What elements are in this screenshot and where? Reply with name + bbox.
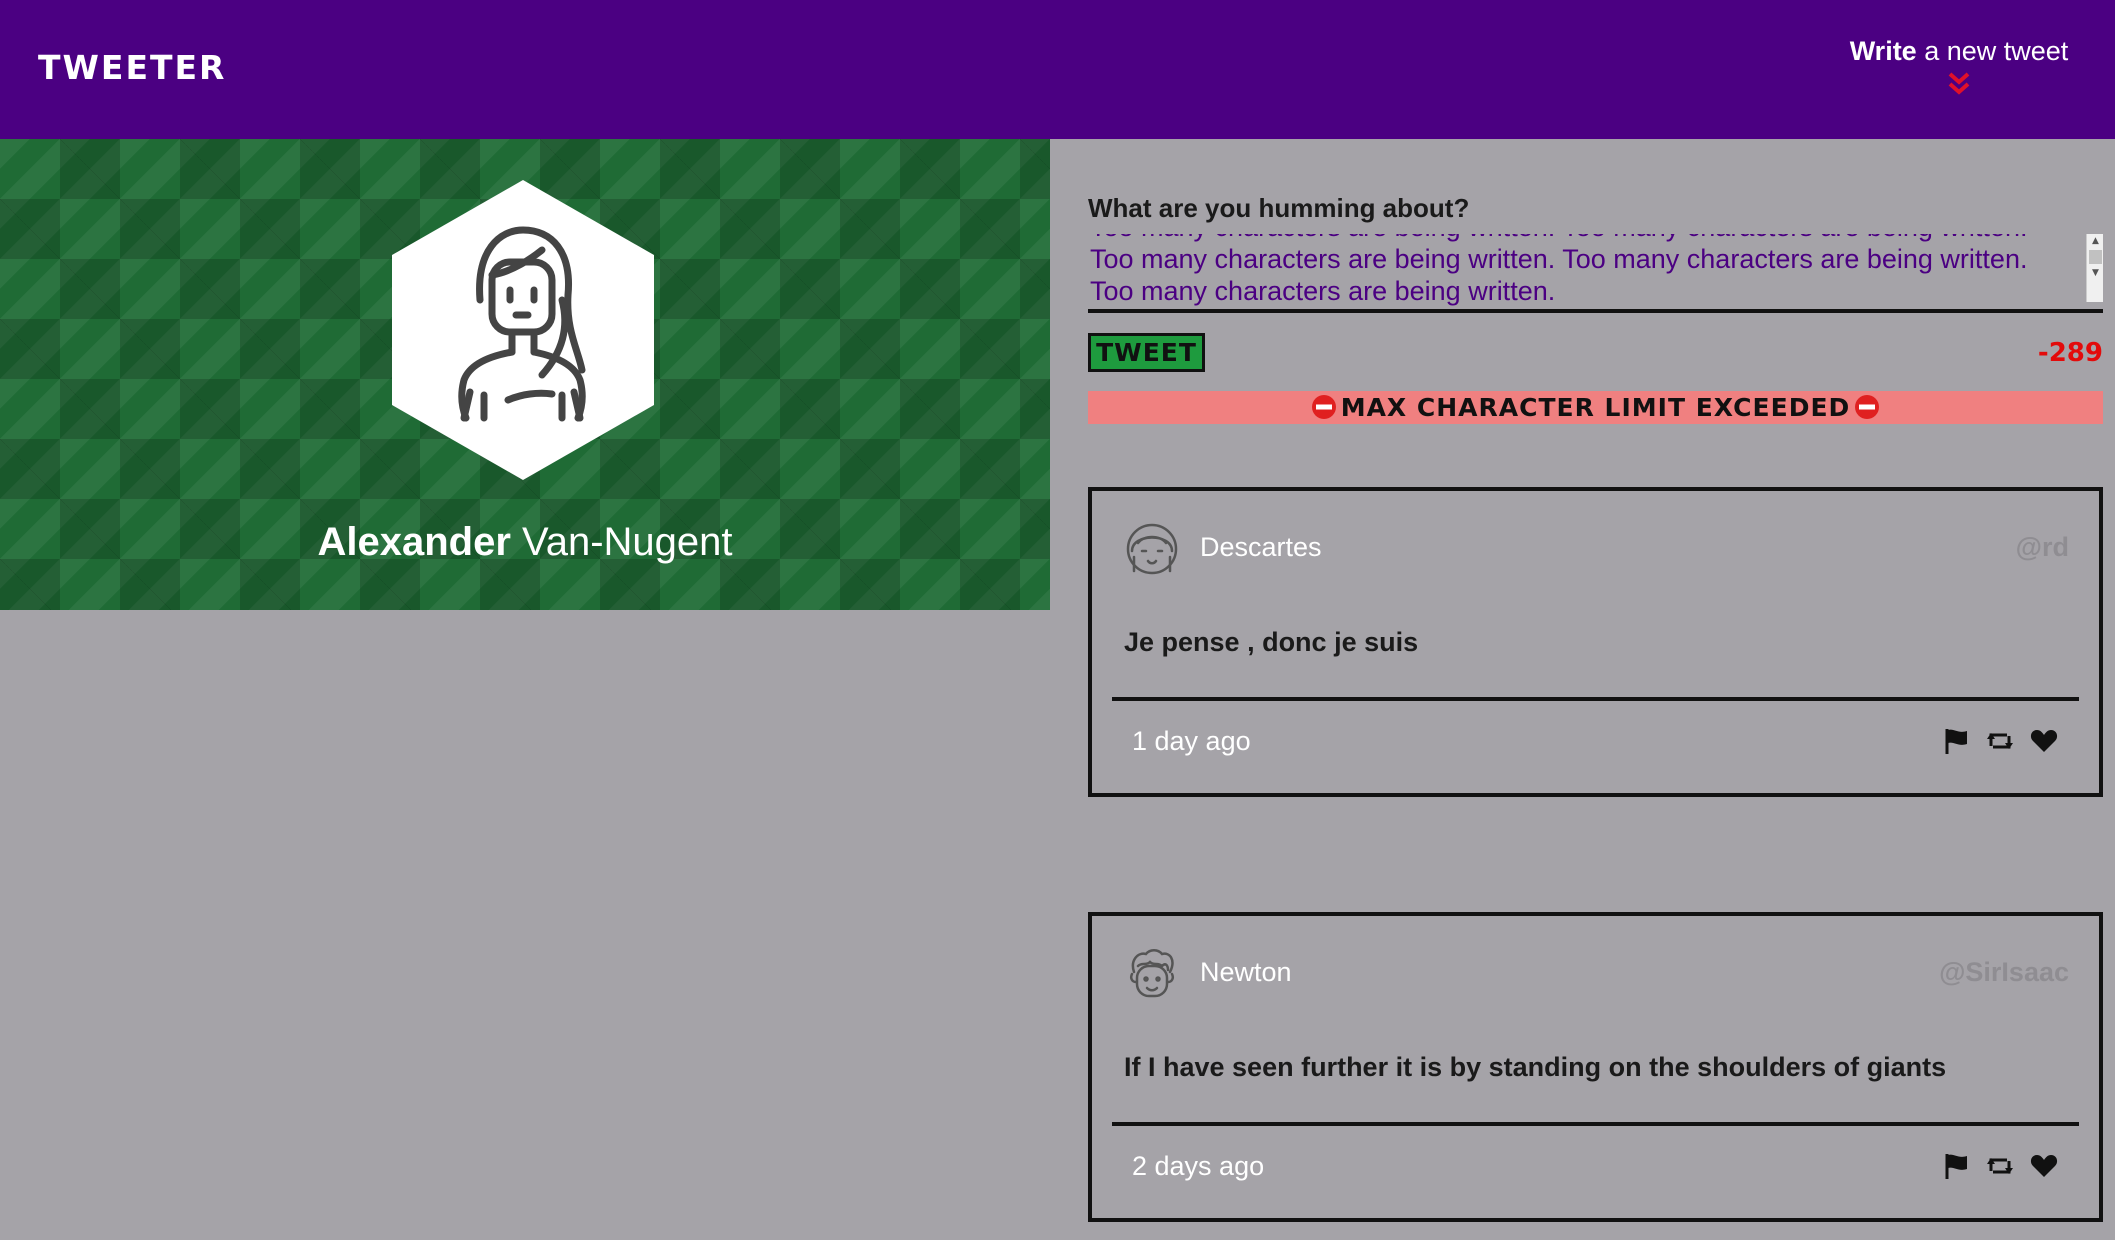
tweet-card: Descartes @rd Je pense , donc je suis 1 … [1088,487,2103,797]
scrollbar-thumb[interactable] [2088,250,2102,264]
tweet-timestamp: 2 days ago [1132,1151,1265,1181]
tweet-handle[interactable]: @rd [2016,529,2069,565]
tweet-actions [1941,723,2059,759]
composer-actions: TWEET -289 [1088,333,2103,373]
heart-icon[interactable] [2029,1151,2059,1181]
character-counter: -289 [2037,338,2103,368]
tweet-textarea[interactable]: Too many characters are being written. T… [1088,234,2078,309]
no-entry-icon [1311,395,1336,419]
profile-first-name: Alexander [317,520,511,564]
tweet-body: Je pense , donc je suis [1124,627,1419,657]
top-nav: TWEETER Write a new tweet [0,0,2115,139]
flag-icon[interactable] [1941,726,1971,756]
tweet-author: Newton [1200,957,1292,987]
double-chevron-down-icon [1948,72,1970,95]
tweet-actions [1941,1148,2059,1184]
tweet-divider [1112,1122,2079,1126]
curly-hair-man-avatar-icon [1129,949,1175,998]
write-new-tweet-toggle[interactable]: Write a new tweet [1819,33,2099,97]
tweet-body: If I have seen further it is by standing… [1124,1052,1947,1082]
tweet-textarea-wrapper: Too many characters are being written. T… [1088,234,2103,313]
textarea-scrollbar[interactable]: ▲ ▼ [2086,234,2103,302]
retweet-icon[interactable] [1985,726,2015,756]
heart-icon[interactable] [2029,726,2059,756]
write-new-tweet-label: Write a new tweet [1849,36,2069,66]
scroll-up-arrow-icon[interactable]: ▲ [2087,234,2104,248]
profile-banner: Alexander Van-Nugent [0,139,1050,610]
no-entry-icon [1855,395,1880,419]
tweet-timestamp: 1 day ago [1132,726,1251,756]
tweet-composer: What are you humming about? Too many cha… [1088,190,2103,424]
profile-name: Alexander Van-Nugent [0,517,1050,567]
character-limit-error: MAX CHARACTER LIMIT EXCEEDED [1088,391,2103,424]
woman-avatar-icon [392,180,654,480]
tweet-header: Descartes @rd [1124,519,2069,579]
tweet-divider [1112,697,2079,701]
tweet-header: Newton @SirIsaac [1124,944,2069,1004]
tweet-handle[interactable]: @SirIsaac [1939,954,2069,990]
brand-logo[interactable]: TWEETER [38,46,226,90]
retweet-icon[interactable] [1985,1151,2015,1181]
tweet-card: Newton @SirIsaac If I have seen further … [1088,912,2103,1222]
scroll-down-arrow-icon[interactable]: ▼ [2087,266,2104,280]
profile-last-name: Van-Nugent [510,520,733,564]
tweet-button[interactable]: TWEET [1088,333,1205,372]
tweet-author: Descartes [1200,532,1322,562]
girl-avatar-icon [1126,523,1178,575]
flag-icon[interactable] [1941,1151,1971,1181]
composer-prompt: What are you humming about? [1088,193,1470,223]
error-message: MAX CHARACTER LIMIT EXCEEDED [1340,393,1851,422]
